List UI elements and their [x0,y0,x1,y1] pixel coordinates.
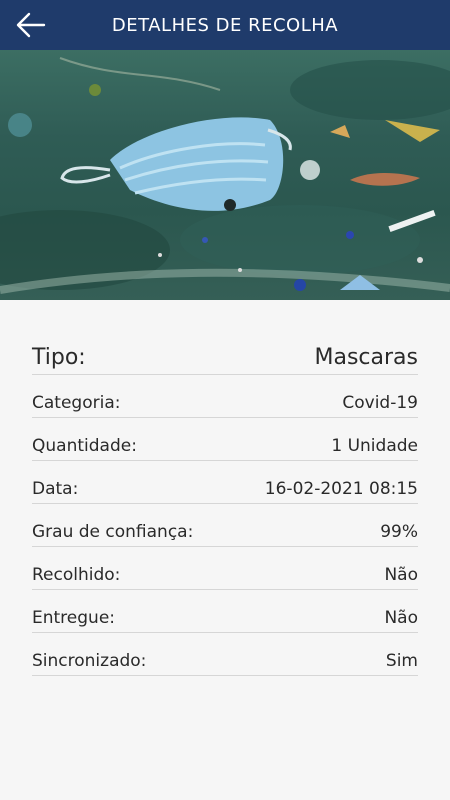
detail-label: Recolhido: [32,565,121,585]
arrow-left-icon[interactable] [16,11,46,39]
app-bar: DETALHES DE RECOLHA [0,0,450,50]
detail-value: Não [384,565,418,585]
detail-row-sincronizado: Sincronizado: Sim [32,633,418,676]
detail-row-quantidade: Quantidade: 1 Unidade [32,418,418,461]
detail-label: Tipo: [32,345,86,370]
detail-value: 16-02-2021 08:15 [264,479,418,499]
detail-value: Sim [385,651,418,671]
detail-label: Data: [32,479,79,499]
detail-row-grau-confianca: Grau de confiança: 99% [32,504,418,547]
page-title: DETALHES DE RECOLHA [111,14,339,36]
detail-value: Mascaras [314,345,419,370]
detail-value: 1 Unidade [331,436,418,456]
detail-value: Não [384,608,418,628]
detail-value: Covid-19 [342,393,418,413]
waste-photo [0,50,450,300]
detail-value: 99% [380,522,418,542]
detail-row-categoria: Categoria: Covid-19 [32,375,418,418]
details-panel: Tipo: Mascaras Categoria: Covid-19 Quant… [0,300,450,676]
detail-row-data: Data: 16-02-2021 08:15 [32,461,418,504]
detail-label: Quantidade: [32,436,137,456]
detail-row-recolhido: Recolhido: Não [32,547,418,590]
detail-row-tipo: Tipo: Mascaras [32,328,418,375]
detail-row-entregue: Entregue: Não [32,590,418,633]
detail-label: Grau de confiança: [32,522,194,542]
detail-label: Sincronizado: [32,651,147,671]
detail-label: Entregue: [32,608,116,628]
detail-label: Categoria: [32,393,121,413]
